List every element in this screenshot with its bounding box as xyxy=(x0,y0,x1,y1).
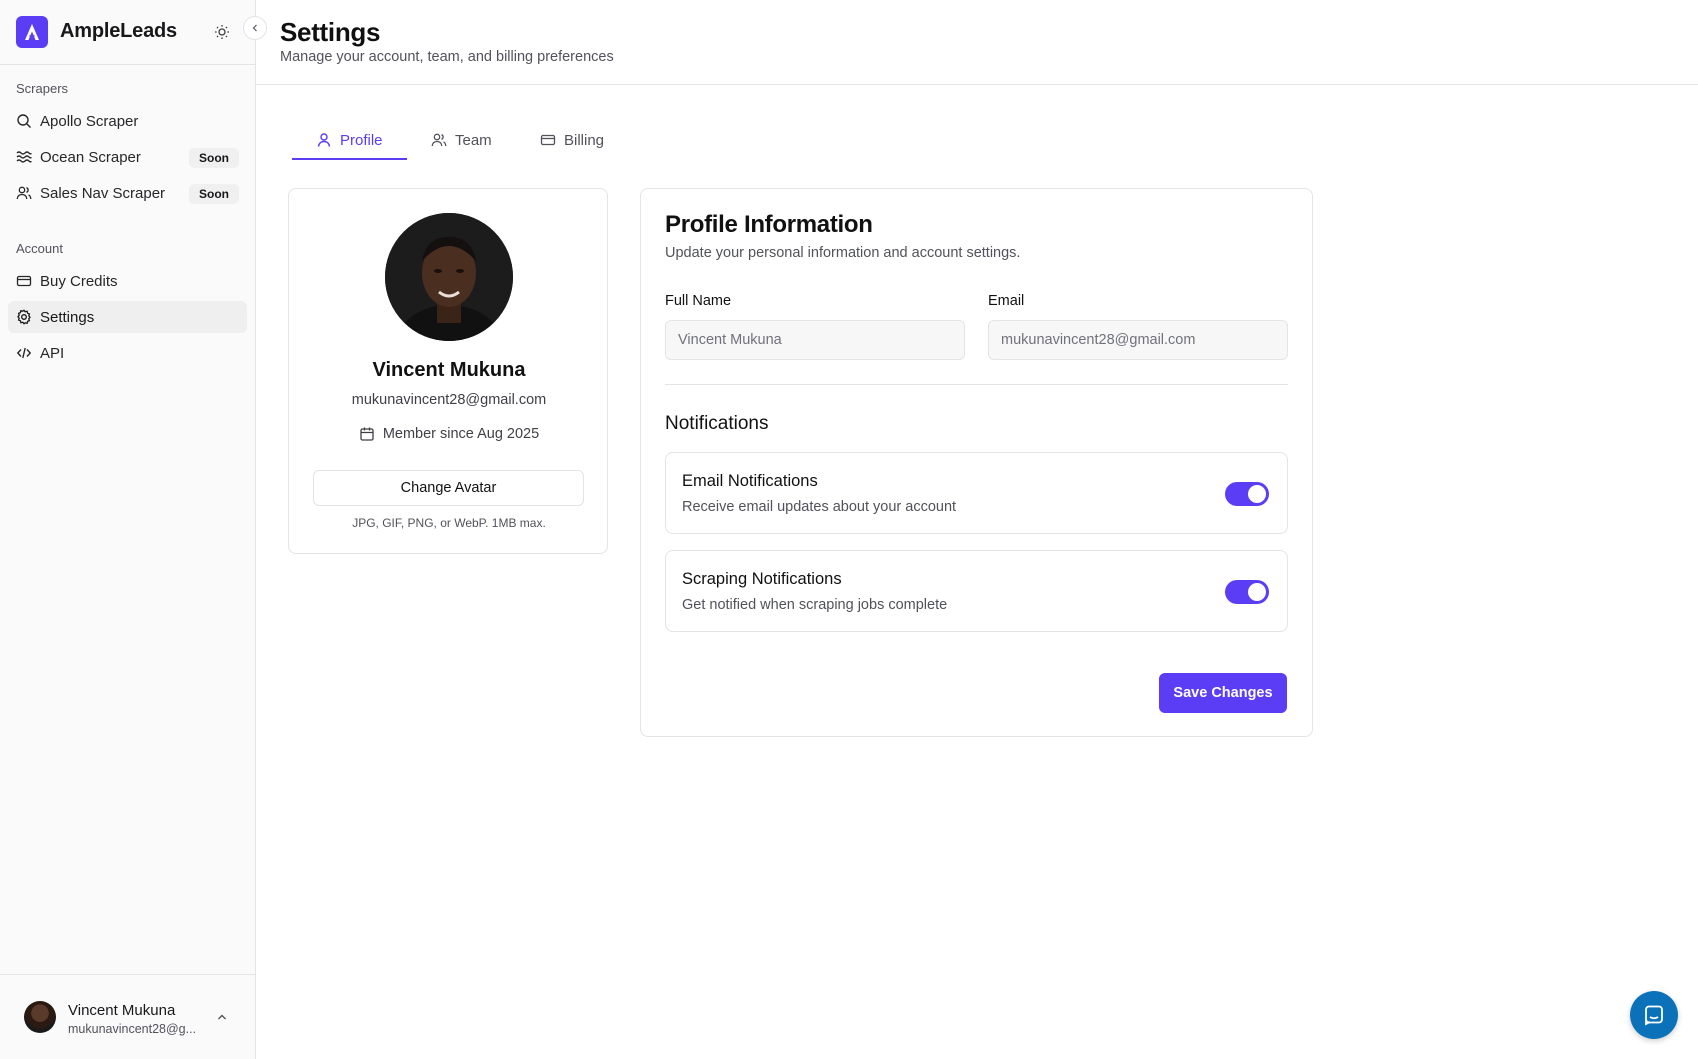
user-email: mukunavincent28@g... xyxy=(68,1022,197,1036)
sidebar-item-label: Settings xyxy=(40,308,95,326)
toggle-knob xyxy=(1248,485,1266,503)
full-name-field[interactable] xyxy=(665,320,965,360)
soon-badge: Soon xyxy=(189,148,239,168)
avatar xyxy=(24,1001,56,1033)
chevron-up-icon[interactable] xyxy=(214,1009,230,1025)
credit-card-icon xyxy=(540,132,556,148)
chat-icon xyxy=(1645,1005,1663,1026)
save-changes-button[interactable]: Save Changes xyxy=(1159,673,1287,713)
tab-label: Profile xyxy=(340,131,383,149)
active-tab-indicator xyxy=(292,158,407,160)
change-avatar-button[interactable]: Change Avatar xyxy=(313,470,584,506)
user-name: Vincent Mukuna xyxy=(68,1002,176,1019)
notification-description: Receive email updates about your account xyxy=(682,499,957,515)
tab-label: Team xyxy=(455,131,492,149)
profile-summary-card: Vincent Mukuna mukunavincent28@gmail.com… xyxy=(288,188,608,554)
users-icon xyxy=(431,132,447,148)
tab-profile[interactable]: Profile xyxy=(316,120,383,160)
sidebar-item-settings[interactable]: Settings xyxy=(8,301,247,333)
notification-title: Scraping Notifications xyxy=(682,570,842,588)
divider xyxy=(665,384,1288,385)
section-title: Profile Information xyxy=(665,211,873,238)
brand-name: AmpleLeads xyxy=(60,20,177,42)
sidebar-item-label: Buy Credits xyxy=(40,272,118,290)
soon-badge: Soon xyxy=(189,184,239,204)
page-subtitle: Manage your account, team, and billing p… xyxy=(280,49,614,65)
email-notifications-row: Email Notifications Receive email update… xyxy=(665,452,1288,534)
sidebar-item-ocean-scraper[interactable]: Ocean Scraper Soon xyxy=(8,141,247,173)
section-subtitle: Update your personal information and acc… xyxy=(665,245,1021,261)
page-header: Settings Manage your account, team, and … xyxy=(256,0,1698,85)
collapse-sidebar-button[interactable] xyxy=(243,16,267,40)
chevron-left-icon xyxy=(252,24,257,32)
sun-icon xyxy=(215,25,229,39)
section-label-account: Account xyxy=(16,241,63,256)
member-since: Member since Aug 2025 xyxy=(289,426,609,442)
scraping-notifications-toggle[interactable] xyxy=(1225,580,1269,604)
brand-bar: AmpleLeads xyxy=(0,0,256,65)
search-icon xyxy=(16,113,32,129)
sidebar-item-buy-credits[interactable]: Buy Credits xyxy=(8,265,247,297)
email-field[interactable] xyxy=(988,320,1288,360)
full-name-label: Full Name xyxy=(665,293,732,309)
notifications-heading: Notifications xyxy=(665,413,769,434)
code-icon xyxy=(16,345,32,361)
email-label: Email xyxy=(988,293,1025,309)
profile-email: mukunavincent28@gmail.com xyxy=(351,392,547,408)
profile-avatar xyxy=(385,213,513,341)
sidebar-item-label: Apollo Scraper xyxy=(40,112,139,130)
logo-mark-icon xyxy=(25,24,39,40)
toggle-knob xyxy=(1248,583,1266,601)
notification-description: Get notified when scraping jobs complete xyxy=(682,597,948,613)
users-icon xyxy=(16,185,32,201)
tab-team[interactable]: Team xyxy=(431,120,492,160)
avatar-hint: JPG, GIF, PNG, or WebP. 1MB max. xyxy=(352,516,546,530)
tab-billing[interactable]: Billing xyxy=(540,120,604,160)
sidebar: AmpleLeads Scrapers Apollo Scraper Ocean… xyxy=(0,0,267,1059)
user-menu[interactable]: Vincent Mukuna mukunavincent28@g... xyxy=(0,974,256,1059)
profile-name: Vincent Mukuna xyxy=(372,359,526,381)
theme-toggle-button[interactable] xyxy=(212,22,232,42)
app-root: AmpleLeads Scrapers Apollo Scraper Ocean… xyxy=(0,0,1698,1059)
sidebar-item-sales-nav-scraper[interactable]: Sales Nav Scraper Soon xyxy=(8,177,247,209)
user-icon xyxy=(316,132,332,148)
page-title: Settings xyxy=(280,17,381,47)
profile-information-card: Profile Information Update your personal… xyxy=(640,188,1313,737)
sidebar-item-apollo-scraper[interactable]: Apollo Scraper xyxy=(8,105,247,137)
app-logo[interactable] xyxy=(16,16,48,48)
gear-icon xyxy=(16,309,32,325)
member-since-text: Member since Aug 2025 xyxy=(382,426,540,442)
scraping-notifications-row: Scraping Notifications Get notified when… xyxy=(665,550,1288,632)
tab-label: Billing xyxy=(564,131,605,149)
calendar-icon xyxy=(359,426,375,442)
sidebar-item-label: Ocean Scraper xyxy=(40,148,141,166)
support-chat-button[interactable] xyxy=(1630,991,1678,1039)
sidebar-item-label: API xyxy=(40,344,65,362)
waves-icon xyxy=(16,149,32,165)
section-label-scrapers: Scrapers xyxy=(16,81,69,96)
sidebar-item-api[interactable]: API xyxy=(8,337,247,369)
sidebar-item-label: Sales Nav Scraper xyxy=(40,184,166,202)
notification-title: Email Notifications xyxy=(682,472,818,490)
credit-card-icon xyxy=(16,273,32,289)
email-notifications-toggle[interactable] xyxy=(1225,482,1269,506)
